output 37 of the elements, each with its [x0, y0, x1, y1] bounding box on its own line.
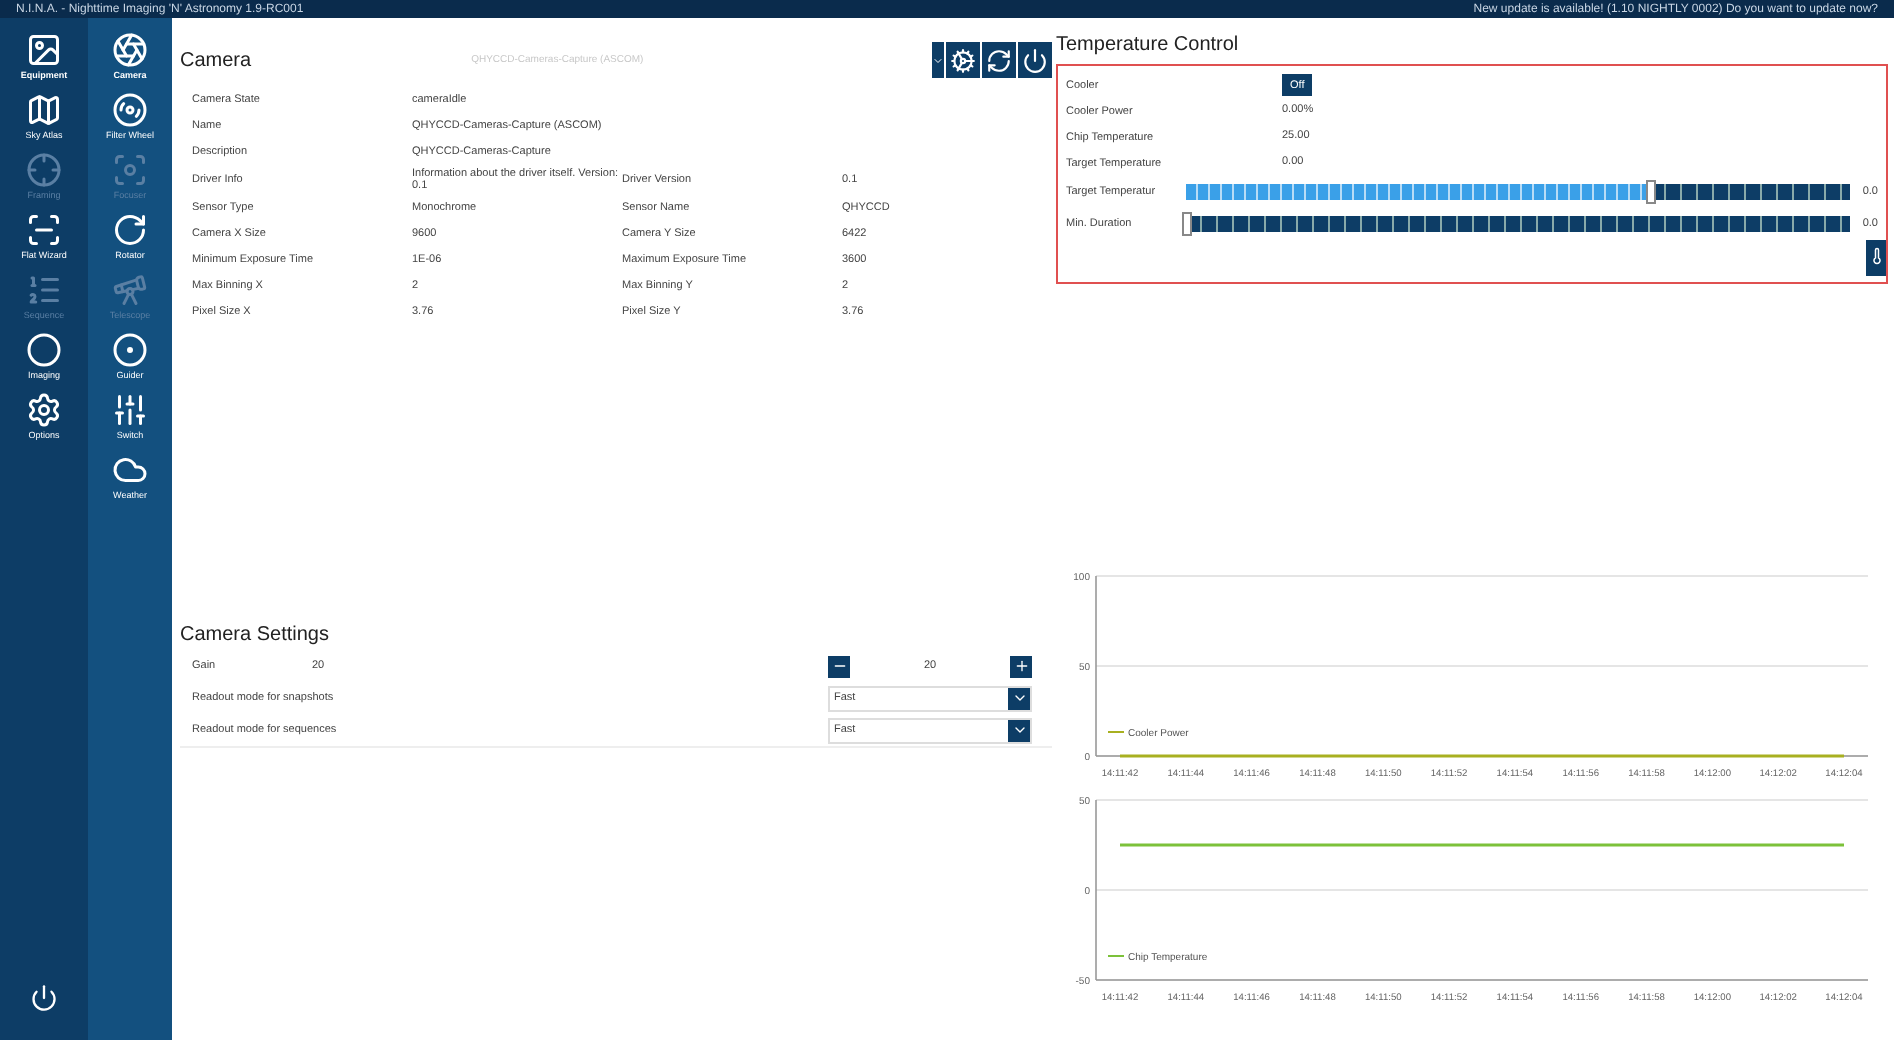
section-title: Camera Settings: [180, 624, 329, 646]
list-icon: [26, 272, 62, 308]
slider-track[interactable]: [1186, 184, 1850, 200]
dropdown-button[interactable]: [930, 42, 944, 78]
power-icon[interactable]: [30, 984, 58, 1012]
slider-thumb[interactable]: [1182, 212, 1192, 236]
telescope-icon: [112, 272, 148, 308]
thermometer-icon: [1867, 243, 1885, 267]
target-icon: [112, 332, 148, 368]
cloud-icon: [112, 452, 148, 488]
aperture-icon: [112, 32, 148, 68]
rotate-icon: [112, 212, 148, 248]
settings-icon: [950, 47, 976, 73]
refresh-icon: [986, 47, 1012, 73]
crosshair-icon: [26, 152, 62, 188]
slider-thumb[interactable]: [1646, 180, 1657, 204]
picture-frame-icon: [26, 32, 62, 68]
map-icon: [26, 92, 62, 128]
scan-frame-icon: [26, 212, 62, 248]
refresh-button[interactable]: [980, 42, 1016, 78]
power-icon: [1022, 47, 1048, 73]
increment-button[interactable]: [1010, 655, 1032, 677]
slider-track[interactable]: [1186, 216, 1850, 232]
focus-icon: [112, 152, 148, 188]
caret-icon: [1008, 687, 1030, 709]
section-title: Temperature Control: [1056, 34, 1241, 56]
section-title: Camera: [180, 49, 252, 71]
plus-icon: [1013, 658, 1029, 674]
disc-icon: [112, 92, 148, 128]
settings-button[interactable]: [944, 42, 980, 78]
circle-icon: [26, 332, 62, 368]
sliders-icon: [112, 392, 148, 428]
thermometer-button[interactable]: [1866, 240, 1886, 276]
caret-icon: [1008, 719, 1030, 741]
decrement-button[interactable]: [828, 655, 850, 677]
gear-icon: [26, 392, 62, 428]
connect-button[interactable]: [1016, 42, 1052, 78]
